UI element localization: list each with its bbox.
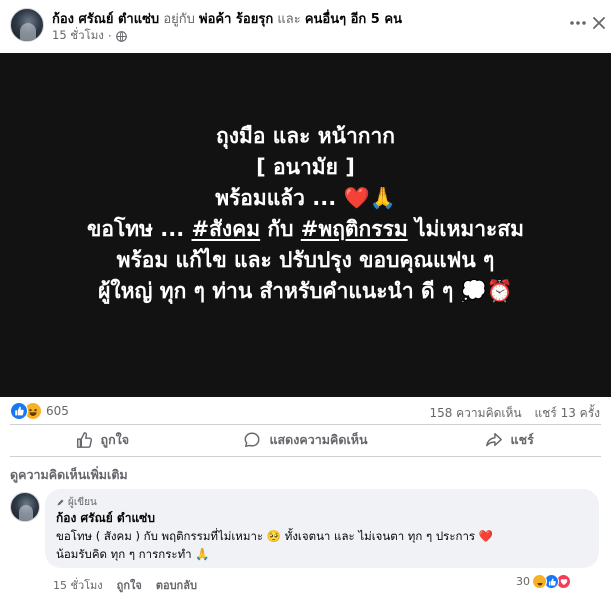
globe-icon <box>115 30 127 42</box>
more-icon <box>570 21 586 25</box>
separator-dot: · <box>107 29 112 43</box>
comment-line-2: น้อมรับคิด ทุก ๆ การกระทำ 🙏 <box>56 547 210 561</box>
commenter-avatar[interactable] <box>10 492 40 522</box>
share-label: แชร์ <box>510 432 534 447</box>
hashtag-society[interactable]: #สังคม <box>192 217 261 241</box>
reactions-bar: 605 158 ความคิดเห็น แชร์ 13 ครั้ง <box>0 398 611 424</box>
post-text: ถุงมือ และ หน้ากาก [ อนามัย ] พร้อมแล้ว … <box>0 121 611 307</box>
reaction-icons[interactable] <box>10 402 42 420</box>
with-text: อยู่กับ <box>163 12 195 27</box>
post-line-4-end: ไม่เหมาะสม <box>407 217 524 241</box>
haha-icon <box>532 574 547 589</box>
and-text: และ <box>277 12 301 27</box>
comment-reply-button[interactable]: ตอบกลับ <box>156 576 197 594</box>
divider <box>10 456 601 457</box>
comment-bubble: ผู้เขียน ก้อง ศรัณย์ ตำแซ่บ ขอโทษ ( สังค… <box>45 489 599 568</box>
share-count[interactable]: แชร์ 13 ครั้ง <box>534 406 600 420</box>
comment-like-button[interactable]: ถูกใจ <box>117 576 142 594</box>
others-link[interactable]: คนอื่นๆ อีก 5 คน <box>305 12 402 27</box>
share-icon <box>485 432 502 447</box>
comment-reactions[interactable]: 30 <box>516 574 571 589</box>
comment-count[interactable]: 158 ความคิดเห็น <box>429 406 521 420</box>
post-meta: 15 ชั่วโมง · <box>52 27 127 45</box>
hashtag-behavior[interactable]: #พฤติกรรม <box>301 217 408 241</box>
reaction-count[interactable]: 605 <box>46 404 69 418</box>
thumbs-up-icon <box>76 432 92 448</box>
post-time[interactable]: 15 ชั่วโมง <box>52 27 104 45</box>
close-icon <box>593 17 605 29</box>
comment-text: ขอโทษ ( สังคม ) กับ พฤติกรรมที่ไม่เหมาะ … <box>56 527 591 563</box>
tagged-name[interactable]: พ่อค้า ร้อยรุก <box>199 12 273 27</box>
post-actions: ถูกใจ แสดงความคิดเห็น แชร์ <box>0 427 611 453</box>
comment-label: แสดงความคิดเห็น <box>269 432 368 447</box>
comment-icon <box>244 432 260 448</box>
share-button[interactable]: แชร์ <box>407 427 611 453</box>
post-line-4-start: ขอโทษ ... <box>87 217 192 241</box>
author-badge: ผู้เขียน <box>56 495 97 510</box>
author-badge-label: ผู้เขียน <box>68 497 97 508</box>
post-card: ก้อง ศรัณย์ ตำแซ่บ อยู่กับ พ่อค้า ร้อยรุ… <box>0 0 611 598</box>
like-label: ถูกใจ <box>100 432 130 447</box>
post-title-line: ก้อง ศรัณย์ ตำแซ่บ อยู่กับ พ่อค้า ร้อยรุ… <box>52 8 402 29</box>
post-line-5: พร้อม แก้ไข และ ปรับปรุง ขอบคุณแฟน ๆ <box>116 248 495 272</box>
author-avatar[interactable] <box>10 8 44 42</box>
pencil-icon <box>57 499 64 506</box>
post-line-2: [ อนามัย ] <box>256 155 355 179</box>
post-line-4: ขอโทษ ... #สังคม กับ #พฤติกรรม ไม่เหมาะส… <box>0 214 611 245</box>
more-options-button[interactable] <box>567 12 589 34</box>
close-button[interactable] <box>589 12 609 34</box>
see-more-comments-link[interactable]: ดูความคิดเห็นเพิ่มเติม <box>10 465 128 485</box>
author-name[interactable]: ก้อง ศรัณย์ ตำแซ่บ <box>52 12 159 27</box>
post-line-6: ผู้ใหญ่ ทุก ๆ ท่าน สำหรับคำแนะนำ ดี ๆ 💭⏰ <box>98 279 513 303</box>
post-line-3: พร้อมแล้ว ... ❤️🙏 <box>215 186 396 210</box>
like-button[interactable]: ถูกใจ <box>0 427 204 453</box>
comment-reaction-count: 30 <box>516 575 530 588</box>
divider <box>10 424 601 425</box>
post-line-4-with: กับ <box>260 217 301 241</box>
comment-author[interactable]: ก้อง ศรัณย์ ตำแซ่บ <box>56 509 155 528</box>
comment-line-1: ขอโทษ ( สังคม ) กับ พฤติกรรมที่ไม่เหมาะ … <box>56 529 494 543</box>
comment-button[interactable]: แสดงความคิดเห็น <box>204 427 408 453</box>
post-header: ก้อง ศรัณย์ ตำแซ่บ อยู่กับ พ่อค้า ร้อยรุ… <box>0 0 611 52</box>
engagement-stats: 158 ความคิดเห็น แชร์ 13 ครั้ง <box>429 404 600 423</box>
like-icon <box>10 402 28 420</box>
post-line-1: ถุงมือ และ หน้ากาก <box>216 124 395 148</box>
comment-meta: 15 ชั่วโมง ถูกใจ ตอบกลับ <box>53 576 197 594</box>
comment-time[interactable]: 15 ชั่วโมง <box>53 576 103 594</box>
